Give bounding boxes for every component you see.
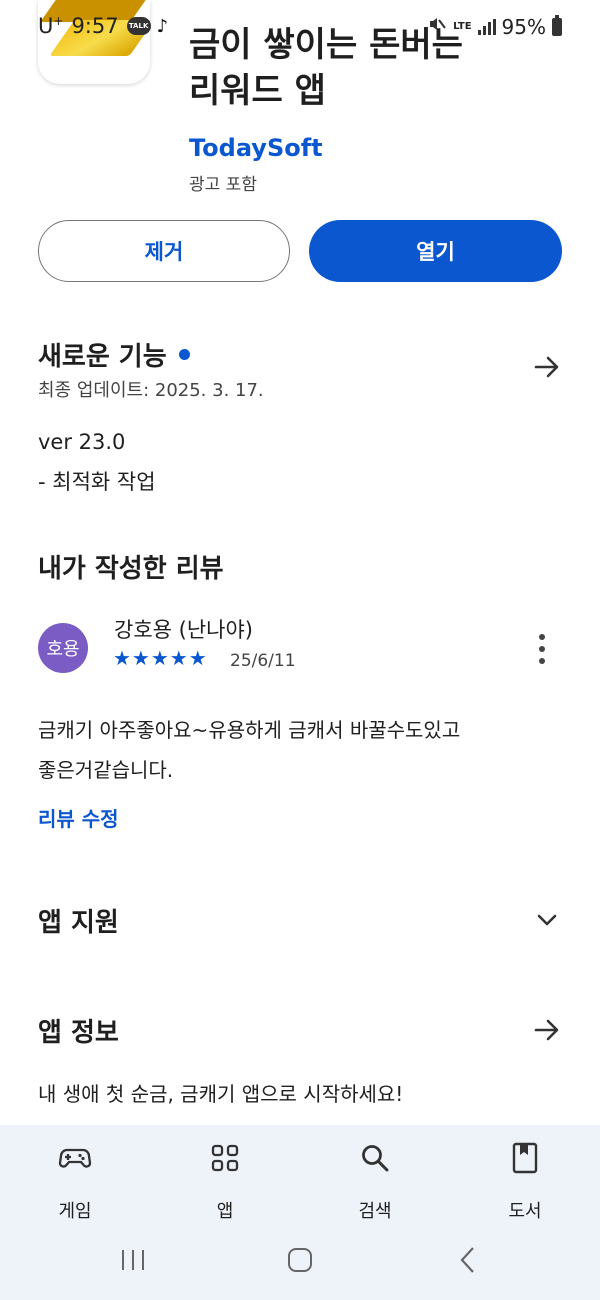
app-info-title[interactable]: 앱 정보: [38, 1012, 119, 1049]
carrier-label: U+: [38, 14, 63, 38]
whats-new-title[interactable]: 새로운 기능: [38, 336, 190, 373]
recents-icon: [122, 1250, 144, 1270]
nav-label: 도서: [508, 1201, 542, 1222]
arrow-right-icon[interactable]: [532, 352, 562, 382]
carrier-text: U: [38, 14, 54, 38]
battery-percent: 95%: [501, 14, 546, 39]
review-text-line1: 금캐기 아주좋아요~유용하게 금캐서 바꿀수도있고: [38, 718, 461, 742]
whats-new-title-text: 새로운 기능: [38, 342, 167, 372]
app-support-title[interactable]: 앱 지원: [38, 902, 119, 939]
app-title-line2: 리워드 앱: [189, 71, 326, 111]
status-left: U+ 9:57 TALK ♪: [38, 14, 168, 38]
nav-label: 게임: [58, 1201, 92, 1222]
gamepad-icon: [58, 1148, 92, 1168]
status-right: LTE 95%: [427, 14, 562, 39]
system-navigation: [0, 1240, 600, 1280]
review-text: 금캐기 아주좋아요~유용하게 금캐서 바꿀수도있고 좋은거같습니다.: [38, 710, 568, 790]
my-review-title: 내가 작성한 리뷰: [38, 554, 224, 584]
home-button[interactable]: [277, 1240, 323, 1280]
carrier-sup: +: [53, 14, 64, 28]
book-icon: [512, 1142, 538, 1174]
recent-apps-button[interactable]: [110, 1240, 156, 1280]
review-text-line2: 좋은거같습니다.: [38, 758, 174, 782]
chevron-down-icon[interactable]: [532, 905, 562, 935]
open-button[interactable]: 열기: [309, 220, 562, 282]
version-text: ver 23.0: [38, 430, 126, 454]
more-options-icon[interactable]: [537, 634, 547, 664]
apps-grid-icon: [211, 1144, 239, 1172]
star-rating: ★★★★★: [113, 646, 208, 670]
nav-label: 검색: [358, 1201, 392, 1222]
back-icon: [460, 1247, 474, 1273]
reviewer-name: 강호용 (난나야): [114, 618, 253, 642]
nav-item-books[interactable]: 도서: [475, 1141, 575, 1223]
avatar: 호용: [38, 623, 88, 673]
kakaotalk-icon: TALK: [126, 17, 151, 35]
arrow-right-icon[interactable]: [532, 1015, 562, 1045]
developer-link[interactable]: TodaySoft: [189, 134, 323, 162]
network-type: LTE: [453, 20, 472, 32]
nav-item-apps[interactable]: 앱: [175, 1141, 275, 1223]
back-button[interactable]: [445, 1240, 491, 1280]
nav-label: 앱: [216, 1201, 234, 1222]
edit-review-link[interactable]: 리뷰 수정: [38, 803, 119, 832]
uninstall-button[interactable]: 제거: [38, 220, 290, 282]
last-updated: 최종 업데이트: 2025. 3. 17.: [38, 380, 264, 401]
release-notes: - 최적화 작업: [38, 470, 156, 494]
review-date: 25/6/11: [230, 651, 296, 671]
app-description: 내 생애 첫 순금, 금캐기 앱으로 시작하세요!: [38, 1082, 404, 1106]
mute-icon: [427, 14, 447, 39]
status-bar: U+ 9:57 TALK ♪ LTE 95%: [0, 0, 600, 52]
tiktok-icon: ♪: [156, 15, 169, 37]
nav-item-games[interactable]: 게임: [25, 1141, 125, 1223]
search-icon: [362, 1145, 389, 1172]
home-icon: [288, 1248, 312, 1272]
nav-item-search[interactable]: 검색: [325, 1141, 425, 1223]
contains-ads-label: 광고 포함: [189, 175, 257, 195]
new-indicator-dot: [178, 349, 190, 360]
signal-icon: [477, 18, 496, 35]
clock: 9:57: [71, 14, 119, 38]
battery-icon: [552, 14, 562, 36]
